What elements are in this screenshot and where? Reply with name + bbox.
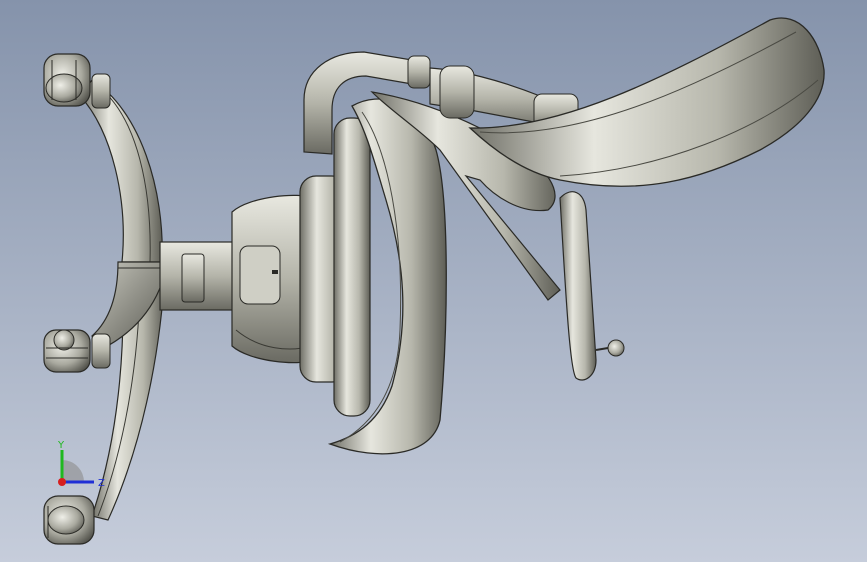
y-axis-label: Y xyxy=(57,440,65,451)
base-leg-upper xyxy=(79,79,163,263)
cad-graphics-viewport[interactable]: Y Z xyxy=(0,0,867,562)
orientation-triad[interactable]: Y Z xyxy=(40,430,120,510)
z-axis-label: Z xyxy=(98,478,105,489)
gas-cylinder xyxy=(159,241,241,311)
lumbar-support xyxy=(559,191,625,381)
caster-middle xyxy=(43,329,111,373)
x-axis-dot xyxy=(58,478,66,486)
triad-plane xyxy=(62,460,84,482)
caster-top xyxy=(43,53,111,109)
seat-side xyxy=(299,117,371,417)
chair-3d-model[interactable] xyxy=(0,0,867,562)
